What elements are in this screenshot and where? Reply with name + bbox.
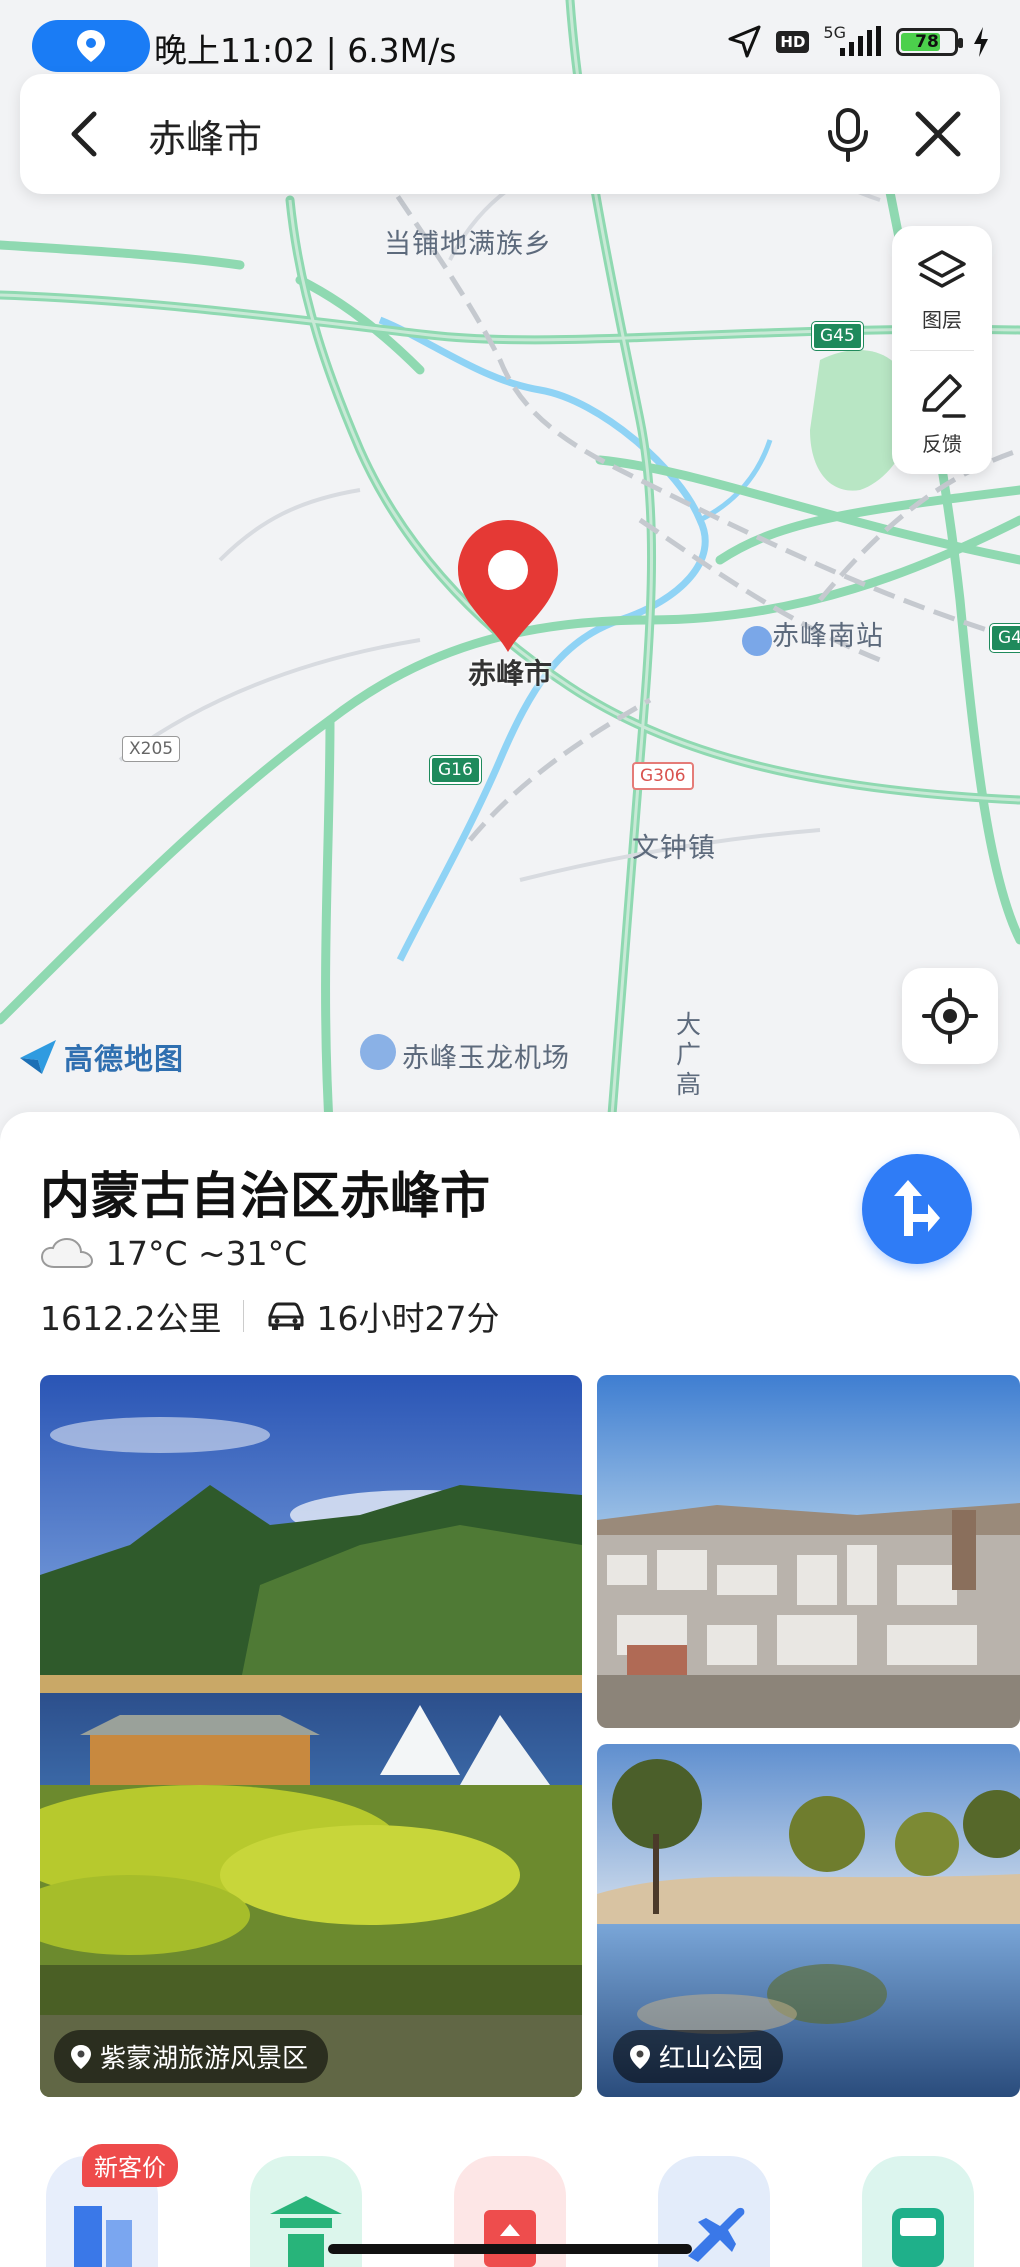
shield-x205: X205: [122, 736, 181, 762]
location-pill[interactable]: [32, 20, 150, 72]
drive-time-value: 16小时27分: [316, 1299, 500, 1338]
distance-value: 1612.2公里: [40, 1299, 222, 1338]
search-bar[interactable]: 赤峰市: [20, 74, 1000, 194]
layers-button[interactable]: 图层: [892, 226, 992, 350]
map-label-airport[interactable]: 赤峰玉龙机场: [402, 1036, 570, 1075]
car-icon: [268, 1302, 304, 1330]
shield-g306: G306: [632, 762, 694, 790]
logo-text: 高德地图: [64, 1042, 185, 1076]
place-marker-icon: [630, 2044, 650, 2069]
location-icon: [77, 30, 105, 62]
place-marker-icon[interactable]: [452, 516, 564, 656]
charging-icon: [974, 27, 988, 57]
shield-g45: G45: [812, 322, 863, 350]
mic-icon[interactable]: [816, 102, 880, 166]
photo-image: [597, 1375, 1020, 1728]
station-icon: [742, 626, 772, 656]
photo-city[interactable]: [597, 1375, 1020, 1728]
shield-g16: G16: [430, 756, 481, 784]
place-marker-icon: [71, 2044, 91, 2069]
status-time: 晚上11:02 | 6.3M/s: [154, 31, 457, 70]
feedback-label: 反馈: [922, 432, 962, 456]
weather-temperature: 17°C ~31°C: [106, 1234, 308, 1273]
weather-row: 17°C ~31°C: [40, 1234, 307, 1273]
distance-row: 1612.2公里 16小时27分: [40, 1292, 499, 1340]
layers-icon: [918, 250, 966, 288]
pin-label: 赤峰市: [467, 657, 552, 690]
place-title: 内蒙古自治区赤峰市: [40, 1167, 490, 1225]
layers-label: 图层: [922, 308, 962, 332]
close-icon[interactable]: [906, 102, 970, 166]
feedback-icon: [922, 374, 966, 418]
battery-value: 78: [915, 32, 939, 52]
app-logo: 高德地图: [18, 1036, 184, 1078]
map-label-station[interactable]: 赤峰南站: [772, 614, 884, 653]
network-type: 5G: [823, 22, 846, 42]
shield-g4: G4: [990, 624, 1020, 652]
navigate-button[interactable]: [862, 1154, 972, 1264]
logo-icon: [20, 1040, 56, 1074]
photo-image: [40, 1375, 582, 2097]
drive-time: 16小时27分: [266, 1292, 499, 1340]
search-input[interactable]: 赤峰市: [148, 108, 262, 163]
navigation-arrow-icon: [728, 25, 761, 58]
hd-badge: HD: [776, 31, 810, 53]
locate-button[interactable]: [902, 968, 998, 1064]
back-icon[interactable]: [56, 104, 116, 164]
locate-icon: [922, 988, 978, 1044]
photo-park[interactable]: 红山公园: [597, 1744, 1020, 2097]
photo-tag[interactable]: 红山公园: [613, 2030, 784, 2083]
photo-tag[interactable]: 紫蒙湖旅游风景区: [54, 2030, 329, 2083]
photo-tag-label: 红山公园: [659, 2044, 764, 2074]
map-label-town-north[interactable]: 当铺地满族乡: [384, 222, 552, 261]
airport-icon: [360, 1034, 396, 1070]
feedback-button[interactable]: 反馈: [892, 350, 992, 474]
screen: 当铺地满族乡 赤峰南站 文钟镇 赤峰玉龙机场 大广高 G45 G16 G306 …: [0, 0, 1020, 2267]
category-bus[interactable]: [862, 2156, 974, 2267]
map-tools: 图层 反馈: [892, 226, 992, 474]
photo-scenic-lake[interactable]: 紫蒙湖旅游风景区: [40, 1375, 582, 2097]
battery-indicator: 78: [896, 28, 963, 56]
map-label-road-vertical: 大广高: [676, 1010, 703, 1099]
map-label-town-south[interactable]: 文钟镇: [632, 826, 716, 865]
status-icons: HD 5G 78: [726, 22, 990, 60]
new-customer-badge: 新客价: [82, 2144, 178, 2187]
photo-tag-label: 紫蒙湖旅游风景区: [100, 2044, 309, 2074]
bus-icon: [892, 2208, 944, 2267]
navigate-icon: [894, 1180, 940, 1236]
home-indicator[interactable]: [328, 2244, 692, 2254]
cloud-icon: [40, 1237, 94, 1268]
divider: [243, 1300, 245, 1332]
